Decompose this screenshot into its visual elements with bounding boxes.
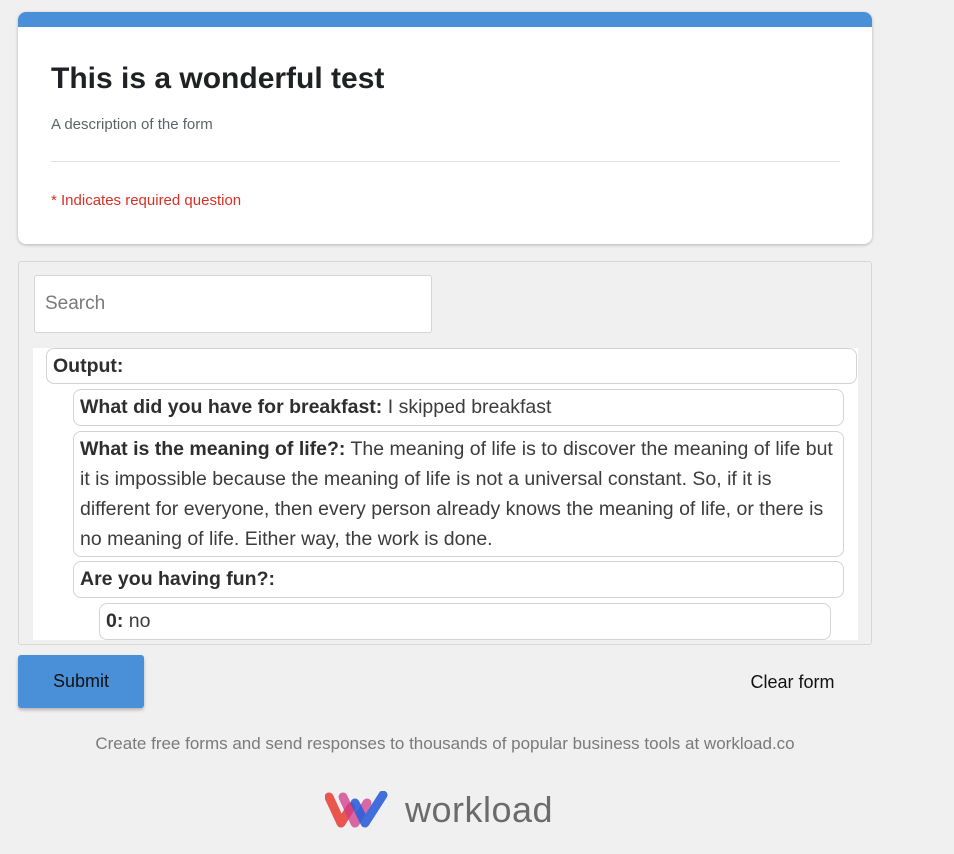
output-item-value: I skipped breakfast — [387, 396, 552, 418]
required-note: * Indicates required question — [51, 192, 242, 209]
output-item-key: What is the meaning of life?: — [80, 438, 346, 460]
output-item-key: What did you have for breakfast: — [80, 396, 383, 418]
search-input[interactable] — [34, 275, 432, 333]
logo-text: workload — [405, 789, 554, 830]
output-root-node: Output: — [46, 348, 857, 384]
output-panel: Output: What did you have for breakfast:… — [33, 348, 858, 640]
submit-button[interactable]: Submit — [18, 655, 144, 708]
output-item-meaning-of-life: What is the meaning of life?: The meanin… — [73, 431, 844, 557]
form-header-card: This is a wonderful test A description o… — [18, 12, 872, 244]
workload-logo-icon — [325, 791, 388, 828]
clear-form-button[interactable]: Clear form — [720, 664, 865, 700]
form-title: This is a wonderful test — [51, 62, 385, 95]
output-item-breakfast: What did you have for breakfast: I skipp… — [73, 389, 844, 426]
form-description: A description of the form — [51, 116, 213, 133]
output-item-having-fun: Are you having fun?: — [73, 561, 844, 598]
header-accent-bar — [18, 12, 872, 27]
workload-logo[interactable]: workload — [325, 789, 554, 830]
footer-note: Create free forms and send responses to … — [95, 734, 795, 753]
output-item-value: no — [128, 610, 151, 632]
question-card: Output: What did you have for breakfast:… — [18, 261, 872, 645]
output-item-fun-answer: 0: no — [99, 603, 831, 640]
header-divider — [51, 161, 840, 162]
output-item-key: Are you having fun?: — [80, 568, 275, 590]
output-item-key: 0: — [106, 610, 124, 632]
output-label: Output: — [53, 355, 124, 377]
